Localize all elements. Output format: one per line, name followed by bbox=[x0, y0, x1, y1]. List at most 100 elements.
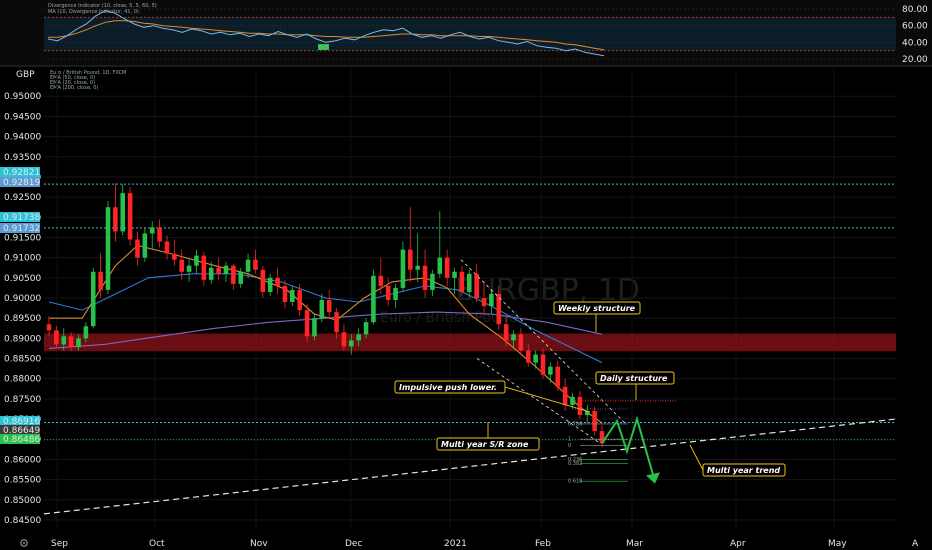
sr-zone-layer bbox=[43, 333, 896, 352]
candle-body bbox=[363, 322, 369, 335]
oscillator-tick-label: 40.00 bbox=[902, 38, 928, 48]
candle-body bbox=[135, 239, 140, 258]
candle-body bbox=[290, 289, 295, 303]
candle-body bbox=[90, 271, 96, 327]
candle-body bbox=[518, 334, 524, 351]
candle-body bbox=[466, 273, 472, 292]
x-tick-label: Feb bbox=[535, 539, 551, 549]
price-tag: 0.92819 bbox=[0, 177, 40, 188]
candle-body bbox=[312, 318, 317, 337]
candle-body bbox=[260, 269, 266, 292]
candle-body bbox=[208, 267, 214, 280]
candle-body bbox=[172, 253, 177, 260]
annotation-text: Multi year S/R zone bbox=[441, 440, 529, 449]
candle-body bbox=[408, 249, 413, 270]
oscillator-tick-label: 20.00 bbox=[902, 55, 928, 65]
y-tick-label: 0.89000 bbox=[4, 334, 41, 344]
x-tick-label: Nov bbox=[250, 539, 268, 549]
candle-body bbox=[437, 257, 443, 274]
y-tick-label: 0.86000 bbox=[4, 455, 41, 465]
y-tick-label: 0.85000 bbox=[4, 496, 41, 506]
candle-body bbox=[452, 271, 457, 278]
candle-body bbox=[179, 259, 185, 272]
y-tick-label: 0.91000 bbox=[4, 254, 41, 264]
bull-label: Bull bbox=[319, 45, 328, 51]
candle-body bbox=[105, 207, 111, 290]
candle-body bbox=[61, 336, 67, 345]
y-tick-label: 0.92500 bbox=[4, 193, 41, 203]
candle-body bbox=[400, 249, 406, 288]
candle-body bbox=[326, 300, 332, 313]
oscillator-legend-line: MA (10, Divergence Indicator, 45, 0) bbox=[48, 9, 139, 15]
candle-body bbox=[164, 241, 170, 254]
y-tick-label: 0.95000 bbox=[4, 92, 41, 102]
auto-scale-button[interactable]: A bbox=[912, 539, 919, 549]
annotation-text: Daily structure bbox=[600, 374, 668, 383]
currency-label: GBP bbox=[16, 70, 35, 80]
candle-body bbox=[142, 233, 148, 258]
price-tag-label: 0.91732 bbox=[3, 224, 40, 234]
candle-body bbox=[356, 334, 361, 341]
candle-body bbox=[304, 310, 310, 337]
price-tag-label: 0.91738 bbox=[3, 213, 40, 223]
candle-body bbox=[186, 265, 192, 272]
fib-level-label: 0.618 bbox=[568, 479, 582, 485]
x-tick-label: Sep bbox=[51, 539, 68, 549]
candle-body bbox=[216, 267, 221, 274]
candle-body bbox=[430, 273, 435, 290]
candle-body bbox=[422, 265, 428, 290]
candle-body bbox=[76, 338, 81, 348]
candle-body bbox=[54, 330, 59, 345]
y-tick-label: 0.91500 bbox=[4, 233, 41, 243]
candle bbox=[105, 201, 111, 294]
candle-body bbox=[113, 207, 118, 232]
candle-body bbox=[393, 287, 398, 301]
candle-body bbox=[68, 336, 74, 348]
candle bbox=[127, 187, 133, 246]
candle-body bbox=[282, 285, 288, 303]
annotation-text: Multi year trend bbox=[707, 466, 780, 475]
candle-body bbox=[385, 285, 391, 301]
candle-body bbox=[238, 271, 243, 284]
candle-body bbox=[46, 324, 52, 331]
y-tick-label: 0.90500 bbox=[4, 274, 41, 284]
candle-body bbox=[98, 271, 103, 290]
x-tick-label: Mar bbox=[626, 539, 643, 549]
candle-body bbox=[592, 410, 597, 432]
y-tick-label: 0.90000 bbox=[4, 294, 41, 304]
price-tag: 0.91738 bbox=[0, 212, 40, 223]
oscillator-tick-label: 80.00 bbox=[902, 5, 928, 15]
candle-body bbox=[548, 366, 553, 375]
candle-body bbox=[157, 227, 162, 242]
y-tick-label: 0.89500 bbox=[4, 314, 41, 324]
candle-body bbox=[577, 396, 583, 416]
candle-body bbox=[378, 275, 384, 286]
candle-body bbox=[459, 271, 465, 292]
candle-body bbox=[267, 277, 273, 292]
annotation-text: Weekly structure bbox=[558, 304, 636, 313]
price-tag: 0.92821 bbox=[0, 167, 40, 178]
price-tag: 0.91732 bbox=[0, 223, 40, 234]
y-tick-label: 0.84500 bbox=[4, 516, 41, 526]
price-tag-label: 0.86486 bbox=[3, 435, 40, 445]
y-tick-label: 0.88500 bbox=[4, 355, 41, 365]
chart-canvas[interactable]: Divergence Indicator (10, close, 5, 5, 6… bbox=[0, 0, 932, 550]
oscillator-band bbox=[44, 17, 896, 51]
candle-body bbox=[275, 277, 280, 286]
fib-level-label: 1 bbox=[568, 437, 571, 443]
price-tag: 0.86486 bbox=[0, 434, 40, 445]
candle-body bbox=[83, 326, 89, 339]
candle-body bbox=[120, 193, 126, 232]
y-tick-label: 0.94000 bbox=[4, 133, 41, 143]
fib-level-label: 0 bbox=[568, 443, 571, 449]
candle-body bbox=[555, 366, 561, 387]
oscillator-tick-label: 60.00 bbox=[902, 22, 928, 32]
candle-body bbox=[444, 257, 450, 278]
candle-body bbox=[334, 312, 339, 333]
candle bbox=[90, 267, 96, 329]
candle-body bbox=[481, 298, 487, 307]
candle-body bbox=[562, 386, 568, 405]
candle-body bbox=[253, 259, 258, 270]
candle-body bbox=[489, 293, 494, 307]
candle-body bbox=[349, 340, 354, 347]
